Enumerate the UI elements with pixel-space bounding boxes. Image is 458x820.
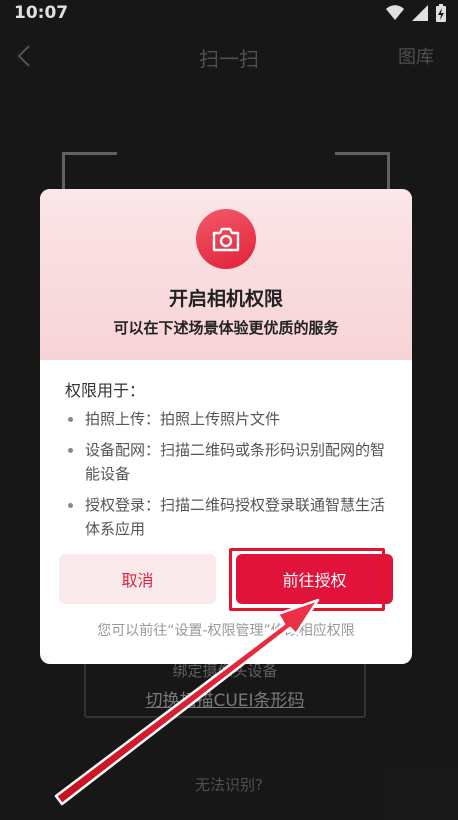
bullet-icon bbox=[68, 417, 73, 422]
permission-heading: 权限用于： bbox=[65, 381, 146, 400]
settings-note: 您可以前往“设置-权限管理”修改相应权限 bbox=[97, 623, 355, 639]
dialog-header: 开启相机权限 可以在下述场景体验更优质的服务 bbox=[40, 189, 412, 360]
bullet-icon bbox=[68, 448, 73, 453]
cancel-button[interactable]: 取消 bbox=[59, 554, 216, 604]
highlight-box bbox=[229, 548, 385, 611]
camera-icon bbox=[212, 227, 240, 252]
bullet-icon bbox=[68, 503, 73, 508]
dialog-subtitle: 可以在下述场景体验更优质的服务 bbox=[113, 319, 339, 337]
permission-list: 拍照上传：拍照上传照片文件 设备配网：扫描二维码或条形码识别配网的智能设备 授权… bbox=[65, 407, 395, 548]
permission-item: 拍照上传：拍照上传照片文件 bbox=[65, 407, 395, 431]
camera-badge bbox=[196, 209, 256, 269]
permission-item: 设备配网：扫描二维码或条形码识别配网的智能设备 bbox=[65, 438, 395, 486]
permission-item-text: 设备配网：扫描二维码或条形码识别配网的智能设备 bbox=[85, 441, 386, 483]
permission-item-text: 授权登录：扫描二维码授权登录联通智慧生活体系应用 bbox=[85, 496, 386, 538]
permission-item: 授权登录：扫描二维码授权登录联通智慧生活体系应用 bbox=[65, 493, 395, 541]
permission-item-text: 拍照上传：拍照上传照片文件 bbox=[85, 410, 281, 428]
dialog-title: 开启相机权限 bbox=[168, 288, 283, 310]
